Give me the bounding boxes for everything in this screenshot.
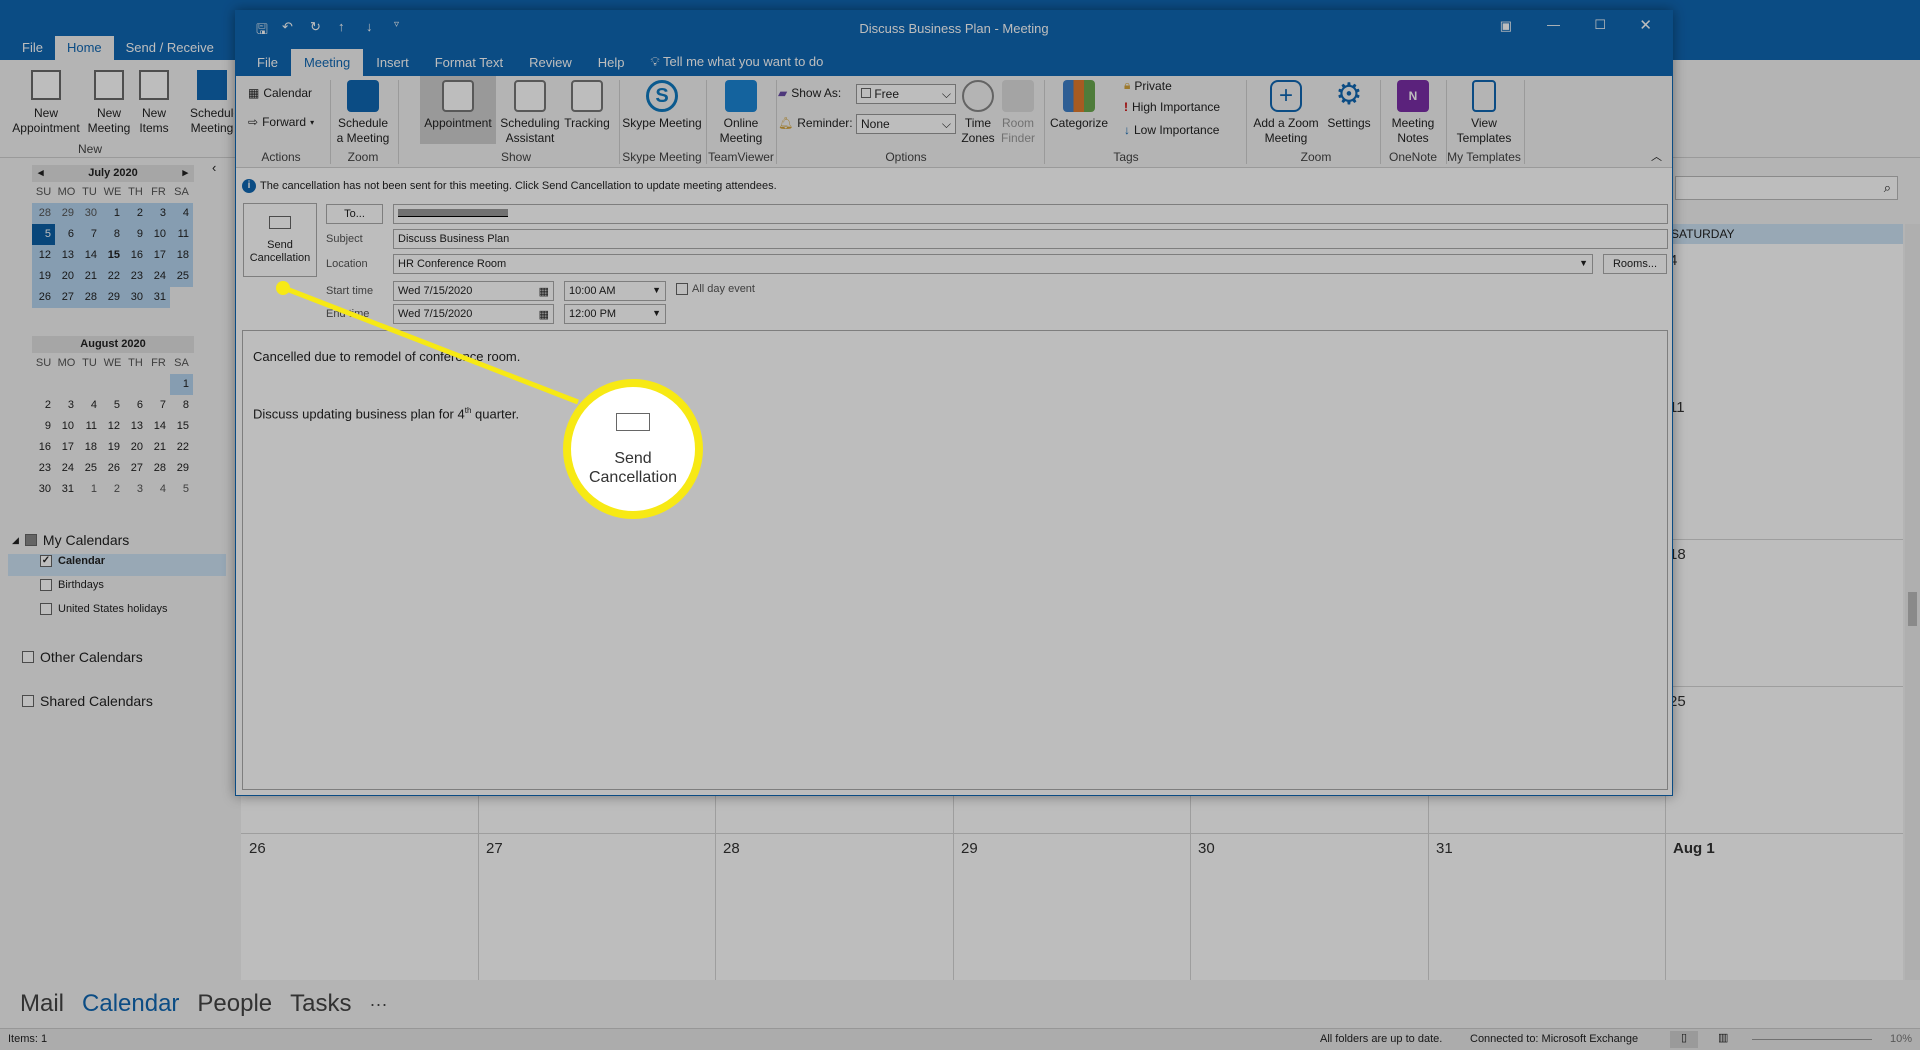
send-cancellation-callout: Send Cancellation bbox=[563, 379, 703, 519]
callout-pointer bbox=[276, 281, 579, 405]
callout-label: Send Cancellation bbox=[588, 450, 678, 486]
envelope-icon bbox=[616, 413, 650, 431]
